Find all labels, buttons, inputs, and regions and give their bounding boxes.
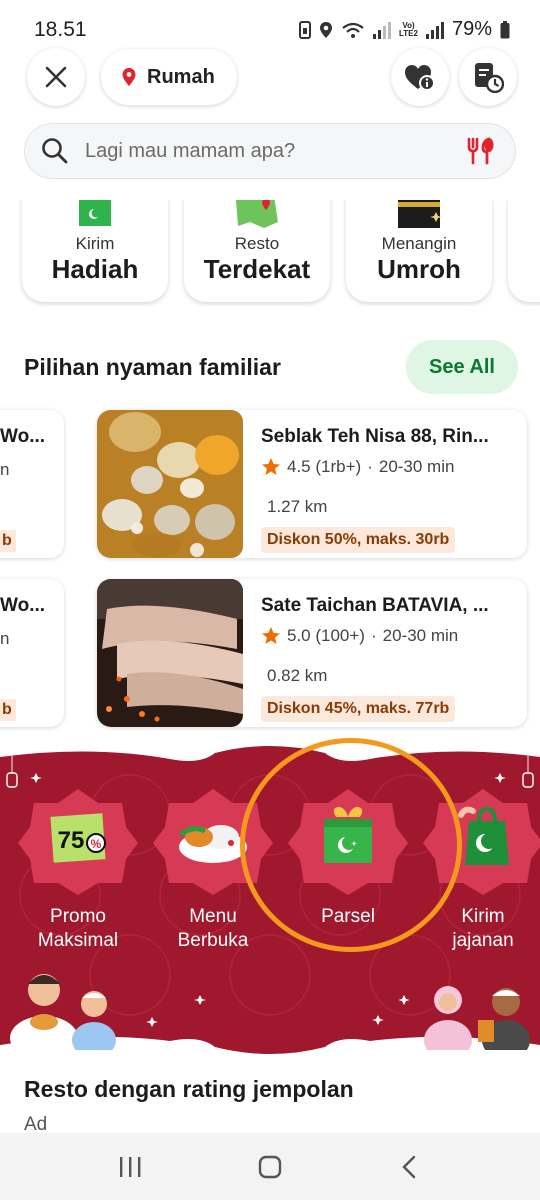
location-status-icon	[320, 21, 332, 38]
kaaba-icon	[398, 200, 442, 228]
restaurant-photo-seblak	[97, 410, 243, 558]
restaurant-meta-partial: n	[0, 629, 10, 648]
restaurant-card[interactable]: Seblak Teh Nisa 88, Rin... 4.5 (1rb+) · …	[97, 410, 527, 558]
restaurant-name: Seblak Teh Nisa 88, Rin...	[261, 426, 489, 447]
promo-label: Promo	[50, 906, 106, 927]
promo-75-icon: 75 %	[18, 789, 138, 895]
promo-label: Berbuka	[177, 930, 249, 951]
order-history-button[interactable]	[459, 48, 517, 106]
location-label: Rumah	[147, 65, 215, 88]
category-small-label: Resto	[234, 234, 280, 253]
volte-indicator: Vo) LTE2	[399, 20, 418, 38]
section-title-rating: Resto dengan rating jempolan	[24, 1076, 354, 1102]
promo-maksimal-button[interactable]: 75 % Promo Maksimal	[16, 785, 140, 985]
battery-icon	[500, 20, 510, 38]
restaurant-meta-partial: n	[0, 460, 10, 479]
discount-badge: Diskon 50%, maks. 30rb	[261, 527, 456, 553]
sate-photo	[97, 579, 243, 727]
gift-box-icon	[79, 200, 111, 226]
restaurant-meta: 5.0 (100+) · 20-30 min	[261, 626, 458, 646]
restaurant-distance: 1.27 km	[267, 497, 328, 516]
signal-icon	[373, 21, 391, 39]
meta-separator: ·	[370, 626, 377, 645]
restaurant-delivery-time: 20-30 min	[378, 457, 455, 476]
restaurant-photo-sate	[97, 579, 243, 727]
category-kirim-hadiah[interactable]: Kirim Hadiah	[22, 200, 168, 302]
restaurant-name: Sate Taichan BATAVIA, ...	[261, 595, 489, 616]
recent-apps-icon[interactable]	[117, 1154, 143, 1180]
discount-partial: b	[0, 530, 16, 552]
restaurant-meta: 4.5 (1rb+) · 20-30 min	[261, 457, 454, 477]
category-big-label: Terdekat	[203, 254, 311, 284]
promo-label: jajanan	[452, 930, 514, 951]
search-icon	[42, 138, 68, 164]
category-big-label: Umroh	[377, 254, 461, 284]
category-menangin-umroh[interactable]: Menangin Umroh	[346, 200, 492, 302]
status-time: 18.51	[34, 18, 87, 41]
restaurant-card-partial[interactable]: Wo... n b	[0, 579, 64, 727]
close-button[interactable]	[27, 48, 85, 106]
see-all-button[interactable]: See All	[406, 340, 518, 394]
favorites-button[interactable]	[391, 48, 449, 106]
restaurant-delivery-time: 20-30 min	[382, 626, 459, 645]
search-input[interactable]: Lagi mau mamam apa?	[85, 140, 465, 163]
discount-partial: b	[0, 699, 16, 721]
close-icon	[45, 66, 67, 88]
restaurant-rating: 5.0 (100+)	[287, 626, 365, 645]
category-small-label: Menangin	[381, 234, 457, 253]
heart-info-icon	[405, 65, 435, 91]
promo-label: Menu	[189, 906, 237, 927]
wifi-icon	[342, 22, 364, 38]
category-resto-terdekat[interactable]: Resto Terdekat	[184, 200, 330, 302]
discount-badge: Diskon 45%, maks. 77rb	[261, 696, 456, 722]
category-carousel: Kirim Hadiah Resto Terdekat Menangin Umr…	[0, 200, 540, 306]
svg-text:%: %	[91, 837, 102, 851]
signal2-icon	[425, 21, 444, 39]
location-selector[interactable]: Rumah	[101, 49, 237, 105]
section-title-familiar: Pilihan nyaman familiar	[24, 354, 281, 380]
restaurant-card[interactable]: Sate Taichan BATAVIA, ... 5.0 (100+) · 2…	[97, 579, 527, 727]
system-nav-bar	[0, 1133, 540, 1200]
map-location-icon	[236, 200, 278, 228]
category-small-label: Kirim	[75, 234, 115, 253]
location-pin-icon	[122, 68, 136, 86]
cutlery-icon	[467, 137, 494, 165]
promo-badge-text: 75	[58, 827, 85, 854]
category-big-label: Hadiah	[51, 254, 139, 284]
promo-label: Maksimal	[37, 930, 119, 951]
search-bar[interactable]: Lagi mau mamam apa?	[24, 123, 516, 179]
status-bar: 18.51 Vo) LTE2 79%	[0, 0, 540, 58]
seblak-photo	[97, 410, 243, 558]
status-icons: Vo) LTE2 79%	[299, 18, 510, 41]
battery-percent: 79%	[451, 18, 492, 40]
back-icon[interactable]	[397, 1154, 423, 1180]
sim-icon	[299, 20, 311, 39]
star-icon	[262, 627, 280, 644]
order-history-icon	[475, 63, 504, 93]
ramadan-characters-right	[424, 986, 530, 1050]
restaurant-distance: 0.82 km	[267, 666, 328, 685]
ramadan-characters-left	[10, 974, 116, 1050]
category-partial-card[interactable]	[508, 200, 540, 302]
restaurant-card-partial[interactable]: Wo... n b	[0, 410, 64, 558]
home-icon[interactable]	[257, 1154, 283, 1180]
restaurant-name-partial: Wo...	[0, 426, 46, 447]
restaurant-name-partial: Wo...	[0, 595, 46, 616]
highlight-circle	[240, 738, 462, 952]
restaurant-rating: 4.5 (1rb+)	[287, 457, 362, 476]
star-icon	[262, 458, 280, 475]
meta-separator: ·	[367, 457, 373, 476]
